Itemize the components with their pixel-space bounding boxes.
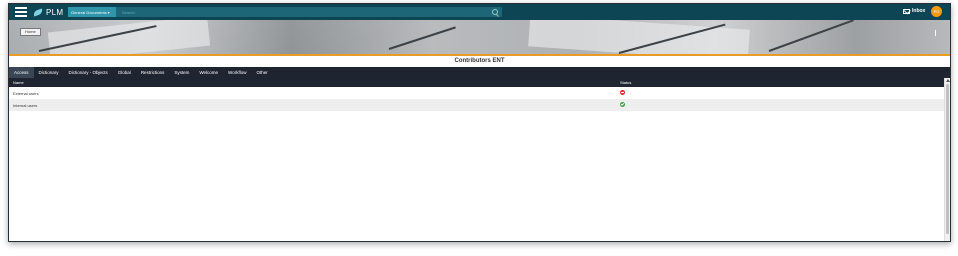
table-row[interactable]: External users [9, 87, 944, 99]
search-bar: General Documents ▾ [68, 7, 502, 17]
tab-dictionary[interactable]: Dictionary [34, 67, 64, 78]
table-row[interactable]: Internal users [9, 99, 944, 111]
tab-dictionary-objects[interactable]: Dictionary - Objects [64, 67, 113, 78]
denied-status-icon [620, 90, 625, 95]
inbox-label: Inbox [912, 8, 926, 14]
column-header-name[interactable]: Name [13, 80, 24, 85]
banner-pen-stroke [388, 26, 456, 50]
inbox-button[interactable]: Inbox [903, 8, 925, 14]
text-cursor-icon [935, 30, 938, 36]
row-name: External users [13, 91, 39, 96]
row-name: Internal users [13, 103, 38, 108]
tab-other[interactable]: Other [251, 67, 272, 78]
mail-icon [903, 8, 910, 14]
search-input[interactable] [118, 7, 496, 17]
column-header-status[interactable]: Status [620, 80, 631, 85]
tab-bar: Access Dictionary Dictionary - Objects G… [9, 67, 950, 78]
allowed-status-icon [620, 102, 625, 107]
hamburger-menu-icon[interactable] [15, 7, 27, 17]
home-button[interactable]: Home [20, 28, 41, 36]
tab-global[interactable]: Global [113, 67, 136, 78]
banner-paper-shape [47, 20, 211, 54]
page-title: Contributors ENT [454, 58, 505, 64]
table-header: Name Status [9, 78, 944, 87]
search-icon[interactable] [492, 9, 498, 15]
user-avatar[interactable]: PO [931, 6, 942, 17]
tab-welcome[interactable]: Welcome [194, 67, 223, 78]
app-window: PLM General Documents ▾ Inbox PO Home Co… [8, 3, 951, 242]
app-name: PLM [46, 7, 64, 17]
app-logo[interactable]: PLM [32, 6, 64, 18]
tab-system[interactable]: System [169, 67, 194, 78]
top-navigation-bar: PLM General Documents ▾ Inbox PO [9, 4, 950, 20]
header-banner: Home [9, 20, 950, 54]
search-scope-dropdown[interactable]: General Documents ▾ [68, 7, 116, 17]
permissions-table: Name Status External users Internal user… [9, 78, 944, 111]
vertical-scrollbar[interactable] [944, 78, 950, 241]
tab-workflow[interactable]: Workflow [223, 67, 251, 78]
scroll-up-arrow-icon[interactable] [946, 79, 950, 82]
scrollbar-thumb[interactable] [946, 84, 949, 234]
tab-restrictions[interactable]: Restrictions [136, 67, 170, 78]
banner-pen-stroke [768, 20, 854, 52]
leaf-logo-icon [32, 7, 44, 17]
tab-access[interactable]: Access [9, 67, 34, 78]
